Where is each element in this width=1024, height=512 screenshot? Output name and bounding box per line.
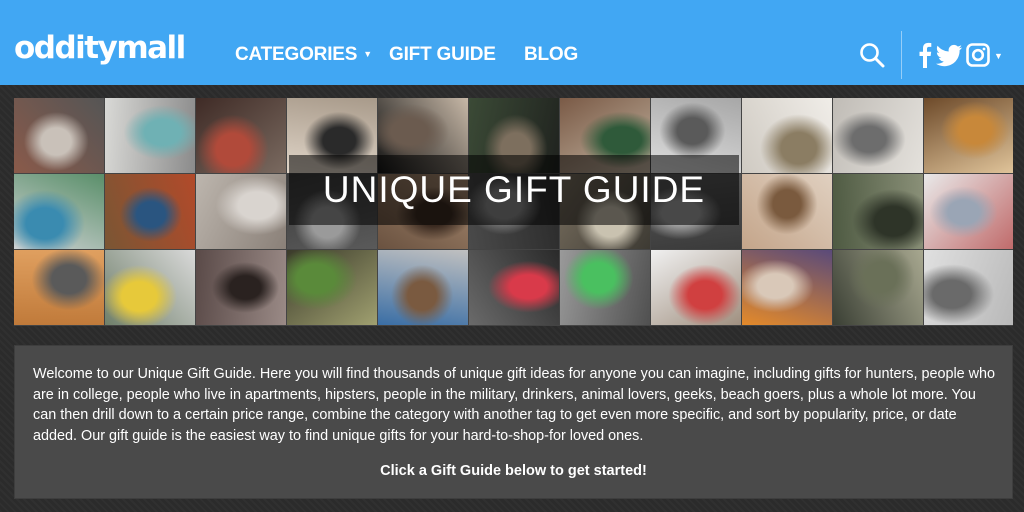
gift-thumbnail[interactable] xyxy=(742,250,832,325)
gift-thumbnail[interactable] xyxy=(469,250,559,325)
gift-thumbnail[interactable] xyxy=(105,98,195,173)
gift-thumbnail[interactable] xyxy=(560,250,650,325)
gift-thumbnail[interactable] xyxy=(924,98,1013,173)
gift-thumbnail[interactable] xyxy=(196,250,286,325)
instagram-icon[interactable] xyxy=(966,42,990,68)
gift-thumbnail[interactable] xyxy=(924,250,1013,325)
gift-thumbnail[interactable] xyxy=(14,250,104,325)
gift-thumbnail[interactable] xyxy=(742,98,832,173)
gift-thumbnail[interactable] xyxy=(287,250,377,325)
chevron-down-icon[interactable]: ▼ xyxy=(994,51,1003,61)
gift-thumbnail[interactable] xyxy=(14,98,104,173)
nav-categories-label: CATEGORIES xyxy=(235,44,358,65)
gift-thumbnail[interactable] xyxy=(924,174,1013,249)
gift-thumbnail[interactable] xyxy=(196,98,286,173)
gift-thumbnail[interactable] xyxy=(196,174,286,249)
gift-thumbnail[interactable] xyxy=(833,250,923,325)
nav-categories[interactable]: CATEGORIES ▼ xyxy=(235,45,372,64)
gift-thumbnail[interactable] xyxy=(14,174,104,249)
nav-blog[interactable]: BLOG xyxy=(524,45,578,64)
gift-thumbnail[interactable] xyxy=(105,174,195,249)
gift-thumbnail[interactable] xyxy=(833,174,923,249)
site-logo[interactable]: odditymall xyxy=(14,33,186,64)
chevron-down-icon: ▼ xyxy=(363,49,372,59)
gift-thumbnail[interactable] xyxy=(105,250,195,325)
nav-gift-guide[interactable]: GIFT GUIDE xyxy=(389,45,496,64)
site-header: odditymall CATEGORIES ▼ GIFT GUIDE BLOG ▼ xyxy=(0,0,1024,85)
intro-panel: Welcome to our Unique Gift Guide. Here y… xyxy=(14,345,1013,499)
intro-cta: Click a Gift Guide below to get started! xyxy=(380,463,647,479)
search-icon[interactable] xyxy=(859,42,885,68)
header-divider xyxy=(901,31,902,79)
gift-thumbnail[interactable] xyxy=(742,174,832,249)
twitter-icon[interactable] xyxy=(935,42,963,68)
facebook-icon[interactable] xyxy=(918,42,932,68)
gift-thumbnail[interactable] xyxy=(651,250,741,325)
gift-thumbnail[interactable] xyxy=(833,98,923,173)
gift-thumbnail[interactable] xyxy=(378,250,468,325)
gift-guide-title[interactable]: UNIQUE GIFT GUIDE xyxy=(289,155,739,225)
intro-text: Welcome to our Unique Gift Guide. Here y… xyxy=(33,366,996,444)
